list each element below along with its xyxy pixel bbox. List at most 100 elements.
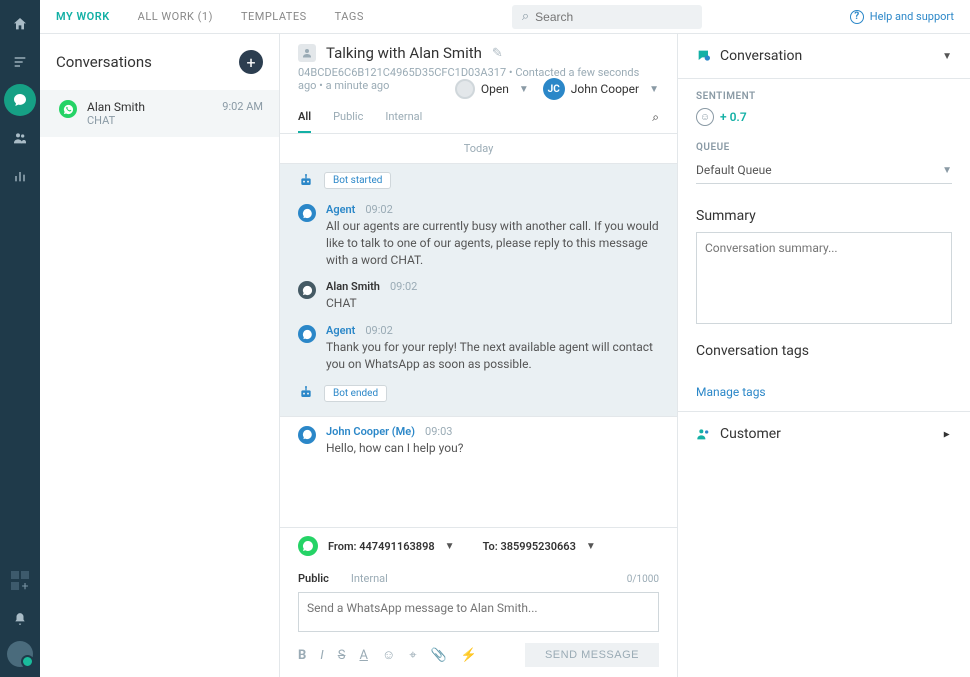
message-sender: John Cooper (Me) [326,425,415,438]
whatsapp-icon [298,536,318,556]
agent-icon [298,325,316,343]
bot-icon [298,173,314,189]
message-input[interactable] [298,592,659,632]
person-icon [298,44,316,62]
italic-icon[interactable]: I [320,648,323,663]
tab-templates[interactable]: TEMPLATES [241,10,307,23]
help-label: Help and support [870,10,954,23]
help-icon: ? [850,10,864,24]
date-divider: Today [280,134,677,163]
message-time: 09:03 [425,425,452,438]
compose-tab-internal[interactable]: Internal [351,572,388,585]
bold-icon[interactable]: B [298,648,306,663]
message-time: 09:02 [390,280,417,293]
bot-started-pill: Bot started [324,172,391,189]
strike-icon[interactable]: S [338,648,346,663]
people-icon[interactable] [4,122,36,154]
customer-section-header[interactable]: Customer ▼ [678,411,970,456]
summary-label: Summary [696,208,952,224]
chevron-down-icon: ▼ [942,51,952,62]
font-icon[interactable]: A [359,648,367,663]
sentiment-value: + 0.7 [720,110,747,124]
from-dropdown-icon[interactable]: ▼ [445,541,455,552]
sentiment-face-icon: ☺ [696,108,714,126]
message-sender: Agent [326,203,355,216]
owner-dropdown[interactable]: JC John Cooper ▼ [543,78,659,100]
agent-icon [298,426,316,444]
sentiment-label: SENTIMENT [696,91,952,102]
search-box[interactable]: ⌕ [512,5,702,29]
topbar: MY WORK ALL WORK (1) TEMPLATES TAGS ⌕ ? … [40,0,970,34]
whatsapp-icon [59,100,77,118]
bolt-icon[interactable]: ⚡ [461,648,477,663]
edit-title-icon[interactable]: ✎ [492,46,503,61]
conversation-title: Talking with Alan Smith [326,44,482,62]
msg-tab-internal[interactable]: Internal [385,102,422,133]
from-label: From: 447491163898 [328,540,435,553]
tab-my-work[interactable]: MY WORK [56,10,110,23]
conversation-item[interactable]: Alan Smith CHAT 9:02 AM [40,90,279,137]
conversation-item-name: Alan Smith [87,100,212,114]
message-body: Hello, how can I help you? [326,440,659,457]
chevron-down-icon: ▼ [519,84,529,95]
status-open-icon [455,79,475,99]
queue-label: QUEUE [696,142,952,153]
message-sender: Agent [326,324,355,337]
add-conversation-button[interactable]: + [239,50,263,74]
search-input[interactable] [535,10,692,24]
composer: From: 447491163898 ▼ To: 385995230663 ▼ … [280,527,677,677]
right-panel: Conversation ▼ SENTIMENT ☺ + 0.7 QUEUE D… [678,34,970,677]
chevron-right-icon: ▼ [942,429,953,439]
char-counter: 0/1000 [627,572,659,585]
bot-icon [298,385,314,401]
emoji-icon[interactable]: ☺ [382,647,395,663]
location-icon[interactable]: ⌖ [409,648,416,663]
conversations-title: Conversations [56,53,152,71]
message-time: 09:02 [365,324,392,337]
left-rail: + [0,0,40,677]
chevron-down-icon: ▼ [649,84,659,95]
whatsapp-icon [298,281,316,299]
list-icon[interactable] [4,46,36,78]
apps-icon[interactable]: + [8,571,32,591]
analytics-icon[interactable] [4,160,36,192]
customer-icon [696,426,712,442]
conversations-list: Conversations + Alan Smith CHAT 9:02 AM [40,34,280,677]
message-search-icon[interactable]: ⌕ [652,110,659,125]
message-time: 09:02 [365,203,392,216]
compose-tab-public[interactable]: Public [298,572,329,585]
avatar-me[interactable] [7,641,33,667]
agent-icon [298,204,316,222]
msg-tab-all[interactable]: All [298,102,311,133]
conversation-item-time: 9:02 AM [222,100,263,113]
to-dropdown-icon[interactable]: ▼ [586,541,596,552]
chat-icon[interactable] [4,84,36,116]
conversation-section-header[interactable]: Conversation ▼ [678,34,970,79]
tab-tags[interactable]: TAGS [335,10,364,23]
msg-tab-public[interactable]: Public [333,102,363,133]
message-body: Thank you for your reply! The next avail… [326,339,659,373]
send-button[interactable]: SEND MESSAGE [525,643,659,667]
message-body: CHAT [326,295,659,312]
tags-label: Conversation tags [696,343,952,359]
to-label: To: 385995230663 [483,540,576,553]
conversation-icon [696,48,712,64]
owner-avatar: JC [543,78,565,100]
bot-ended-pill: Bot ended [324,385,387,402]
manage-tags-link[interactable]: Manage tags [696,385,766,399]
message-body: All our agents are currently busy with a… [326,218,659,268]
message-sender: Alan Smith [326,280,380,293]
help-link[interactable]: ? Help and support [850,10,954,24]
home-icon[interactable] [4,8,36,40]
search-icon: ⌕ [522,9,529,24]
messages-area: Today Bot started Agent 09:02 All our age… [280,134,677,527]
status-dropdown[interactable]: Open ▼ [455,79,529,99]
chevron-down-icon: ▼ [942,165,952,176]
conversation-panel: Talking with Alan Smith ✎ 04BCDE6C6B121C… [280,34,678,677]
attach-icon[interactable]: 📎 [431,648,447,663]
bell-icon[interactable] [4,603,36,635]
summary-input[interactable] [696,232,952,324]
conversation-item-sub: CHAT [87,114,212,127]
tab-all-work[interactable]: ALL WORK (1) [138,10,213,23]
queue-dropdown[interactable]: Default Queue ▼ [696,157,952,184]
